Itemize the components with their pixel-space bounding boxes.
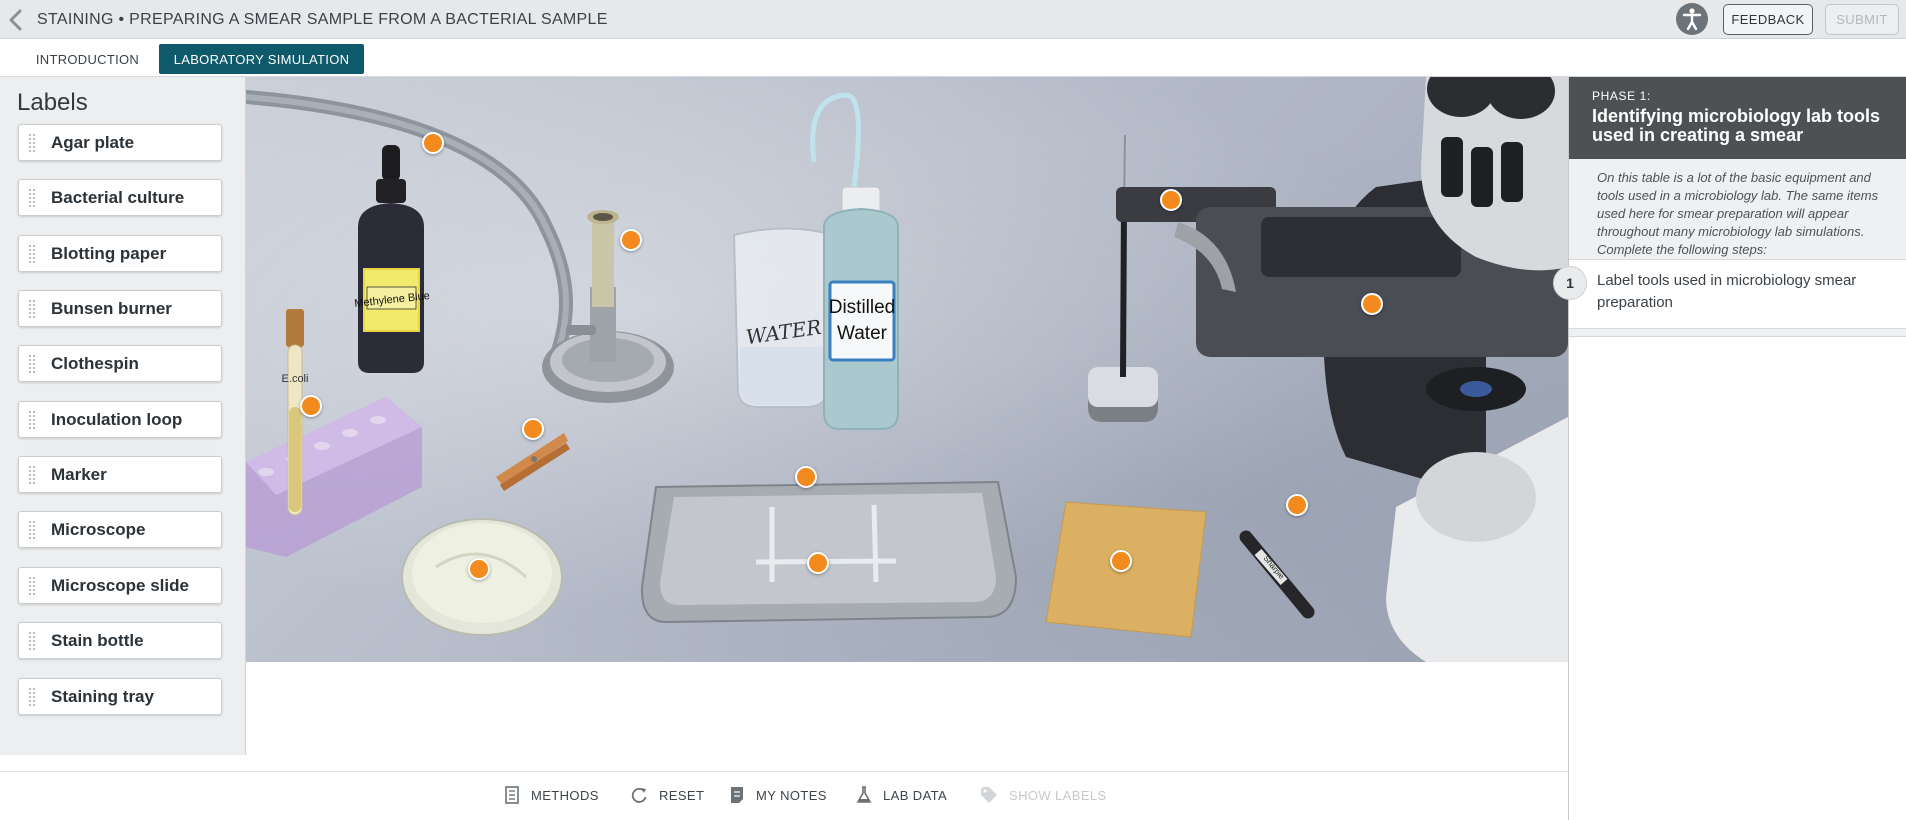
phase-label: PHASE 1: bbox=[1592, 89, 1651, 103]
labels-heading: Labels bbox=[17, 89, 88, 116]
submit-button[interactable]: SUBMIT bbox=[1825, 4, 1899, 35]
drag-handle-icon[interactable] bbox=[28, 464, 36, 485]
reset-label: RESET bbox=[659, 787, 705, 803]
step-text: Label tools used in microbiology smear p… bbox=[1597, 272, 1857, 311]
methods-button[interactable]: METHODS bbox=[504, 786, 599, 804]
methods-label: METHODS bbox=[531, 787, 599, 803]
hotspot-marker[interactable] bbox=[1160, 189, 1182, 211]
label-chip-text: Marker bbox=[51, 464, 107, 484]
hotspot-marker[interactable] bbox=[1110, 550, 1132, 572]
hotspot-marker[interactable] bbox=[1361, 293, 1383, 315]
methods-icon bbox=[505, 786, 519, 804]
reset-icon bbox=[631, 788, 647, 803]
label-chip-text: Microscope bbox=[51, 519, 146, 539]
marker-pen: Sharpie bbox=[1239, 530, 1315, 619]
my-notes-button[interactable]: MY NOTES bbox=[729, 786, 827, 804]
label-chip-text: Bunsen burner bbox=[51, 298, 172, 318]
hotspot-marker[interactable] bbox=[795, 466, 817, 488]
drag-handle-icon[interactable] bbox=[28, 686, 36, 707]
wash-bottle-label-line2: Water bbox=[837, 323, 888, 344]
stain-bottle: Methylene Blue bbox=[354, 145, 430, 373]
distilled-water-bottle: Distilled Water bbox=[810, 92, 899, 430]
drag-handle-icon[interactable] bbox=[28, 630, 36, 651]
drag-handle-icon[interactable] bbox=[28, 132, 36, 153]
feedback-button[interactable]: FEEDBACK bbox=[1723, 4, 1813, 35]
label-chip-blotting-paper[interactable]: Blotting paper bbox=[18, 235, 222, 272]
drag-handle-icon[interactable] bbox=[28, 575, 36, 596]
hotspot-marker[interactable] bbox=[807, 552, 829, 574]
label-chip-text: Blotting paper bbox=[51, 243, 167, 263]
label-chip-staining-tray[interactable]: Staining tray bbox=[18, 678, 222, 715]
staining-tray bbox=[640, 480, 1018, 624]
notes-icon bbox=[731, 787, 743, 803]
reset-button[interactable]: RESET bbox=[630, 786, 704, 804]
bottom-toolbar: METHODS RESET MY NOTES LAB DATA SHOW LAB… bbox=[0, 771, 1568, 820]
accessibility-icon[interactable] bbox=[1676, 3, 1708, 35]
my-notes-label: MY NOTES bbox=[756, 787, 827, 803]
page-title: STAINING • PREPARING A SMEAR SAMPLE FROM… bbox=[37, 11, 608, 28]
drag-handle-icon[interactable] bbox=[28, 243, 36, 264]
clothespin bbox=[496, 433, 570, 491]
tab-laboratory-simulation[interactable]: LABORATORY SIMULATION bbox=[159, 44, 364, 74]
label-chip-microscope[interactable]: Microscope bbox=[18, 511, 222, 548]
lab-equipment-illustration: E.coli Methylene Blue WATER Distilled Wa… bbox=[246, 77, 1568, 662]
phase-title: Identifying microbiology lab tools used … bbox=[1592, 106, 1881, 145]
label-chip-clothespin[interactable]: Clothespin bbox=[18, 345, 222, 382]
lab-bench-scene: E.coli Methylene Blue WATER Distilled Wa… bbox=[246, 77, 1568, 662]
label-chip-text: Stain bottle bbox=[51, 630, 144, 650]
tab-introduction[interactable]: INTRODUCTION bbox=[20, 44, 155, 74]
hotspot-marker[interactable] bbox=[522, 418, 544, 440]
test-tube-rack bbox=[246, 397, 422, 557]
hotspot-marker[interactable] bbox=[468, 558, 490, 580]
inoculation-loop bbox=[1088, 134, 1158, 422]
top-bar: STAINING • PREPARING A SMEAR SAMPLE FROM… bbox=[0, 0, 1906, 39]
label-chip-text: Microscope slide bbox=[51, 575, 189, 595]
show-labels-button[interactable]: SHOW LABELS bbox=[980, 786, 1107, 804]
lab-data-button[interactable]: LAB DATA bbox=[856, 786, 947, 804]
drag-handle-icon[interactable] bbox=[28, 187, 36, 208]
lab-data-label: LAB DATA bbox=[883, 787, 948, 803]
hotspot-marker[interactable] bbox=[620, 229, 642, 251]
label-chip-agar-plate[interactable]: Agar plate bbox=[18, 124, 222, 161]
hotspot-marker[interactable] bbox=[1286, 494, 1308, 516]
back-arrow-icon[interactable] bbox=[6, 9, 26, 31]
step-number-badge: 1 bbox=[1553, 266, 1587, 300]
label-chip-microscope-slide[interactable]: Microscope slide bbox=[18, 567, 222, 604]
drag-handle-icon[interactable] bbox=[28, 353, 36, 374]
tab-bar: INTRODUCTION LABORATORY SIMULATION bbox=[0, 39, 1906, 77]
label-chip-stain-bottle[interactable]: Stain bottle bbox=[18, 622, 222, 659]
labels-panel: Labels Agar plate Bacterial culture Blot… bbox=[0, 77, 246, 755]
tag-icon bbox=[981, 787, 997, 803]
label-chip-bunsen-burner[interactable]: Bunsen burner bbox=[18, 290, 222, 327]
show-labels-label: SHOW LABELS bbox=[1009, 787, 1107, 803]
label-chip-text: Clothespin bbox=[51, 353, 139, 373]
label-chip-text: Staining tray bbox=[51, 686, 154, 706]
hotspot-marker[interactable] bbox=[300, 395, 322, 417]
scene-footer-space bbox=[246, 662, 1568, 771]
drag-handle-icon[interactable] bbox=[28, 519, 36, 540]
label-chip-text: Inoculation loop bbox=[51, 409, 183, 429]
label-chip-inoculation-loop[interactable]: Inoculation loop bbox=[18, 401, 222, 438]
label-chip-bacterial-culture[interactable]: Bacterial culture bbox=[18, 179, 222, 216]
label-chip-text: Bacterial culture bbox=[51, 187, 185, 207]
flask-icon bbox=[856, 786, 872, 803]
hotspot-marker[interactable] bbox=[422, 132, 444, 154]
tube-label: E.coli bbox=[282, 373, 309, 385]
phase-header: PHASE 1: Identifying microbiology lab to… bbox=[1569, 77, 1906, 159]
label-chip-marker[interactable]: Marker bbox=[18, 456, 222, 493]
drag-handle-icon[interactable] bbox=[28, 409, 36, 430]
label-chip-text: Agar plate bbox=[51, 132, 135, 152]
water-beaker: WATER bbox=[732, 227, 836, 408]
wash-bottle-label-line1: Distilled bbox=[829, 297, 896, 318]
instructions-panel: PHASE 1: Identifying microbiology lab to… bbox=[1553, 77, 1906, 820]
drag-handle-icon[interactable] bbox=[28, 298, 36, 319]
step-item[interactable]: 1 Label tools used in microbiology smear… bbox=[1553, 259, 1906, 329]
